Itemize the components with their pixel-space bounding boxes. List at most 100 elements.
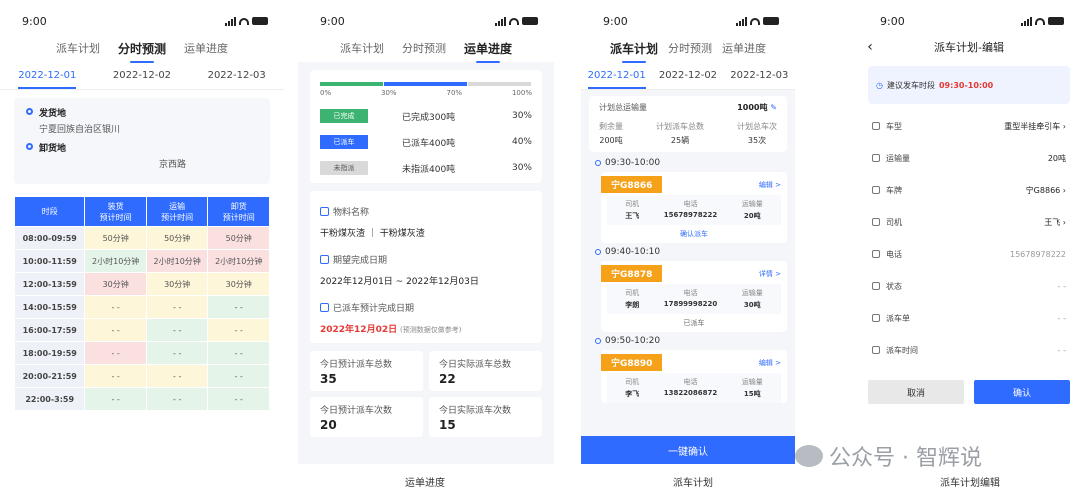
tab-1[interactable]: 分时预测	[402, 40, 446, 56]
truck-field-label: 电话	[683, 289, 698, 297]
truck-link[interactable]: 编辑 >	[759, 180, 781, 190]
phone-dispatch-edit: 9:00 ‹ 派车计划-编辑 ◷ 建议发车时段 09:30-10:00 车型 重型半挂牵…	[858, 8, 1080, 408]
back-icon[interactable]: ‹	[858, 39, 882, 55]
header-line: 时段	[41, 207, 58, 216]
form-row[interactable]: 电话 15678978222	[858, 238, 1080, 270]
from-label: 发货地	[39, 109, 67, 119]
truck-link[interactable]: 详情 >	[759, 269, 781, 279]
form-row[interactable]: 派车时间 - -	[858, 334, 1080, 366]
form-row[interactable]: 运输量 20吨	[858, 142, 1080, 174]
date-tab-2[interactable]: 2022-12-03	[208, 70, 266, 81]
truck-card: 宁G8866 编辑 > 司机 王飞 电话 15678978222 运输量 20吨 确认派车	[601, 172, 787, 243]
date-tab-2[interactable]: 2022-12-03	[730, 70, 788, 81]
slot-time-row: 09:40-10:10	[595, 247, 787, 257]
tab-1[interactable]: 分时预测	[668, 40, 712, 56]
plate-badge: 宁G8878	[601, 265, 663, 282]
field-label-wrap: 车型	[872, 121, 902, 132]
cancel-button[interactable]: 取消	[868, 380, 964, 404]
form-row[interactable]: 司机 王飞 ›	[858, 206, 1080, 238]
progress-tick: 100%	[511, 89, 532, 97]
truck-field-label: 电话	[683, 378, 698, 386]
truck-info: 司机 王飞 电话 15678978222 运输量 20吨	[607, 195, 781, 225]
date-tab-0[interactable]: 2022-12-01	[18, 70, 77, 89]
truck-action[interactable]: 确认派车	[601, 225, 787, 243]
field-label-wrap: 车牌	[872, 185, 902, 196]
destination-dot-icon	[26, 143, 33, 150]
field-icon	[872, 250, 880, 258]
field-icon	[872, 186, 880, 194]
tab-0[interactable]: 派车计划	[340, 40, 384, 56]
form-row[interactable]: 车牌 宁G8866 ›	[858, 174, 1080, 206]
edit-icon[interactable]: ✎	[770, 103, 777, 112]
signal-icon	[225, 16, 236, 26]
load-cell: - -	[84, 341, 147, 365]
truck-field: 电话 13822086872	[664, 377, 718, 399]
form-row[interactable]: 状态 - -	[858, 270, 1080, 302]
field-value: - -	[1057, 313, 1066, 323]
tab-2[interactable]: 运单进度	[464, 40, 512, 63]
confirm-all-button[interactable]: 一键确认	[581, 436, 795, 464]
tab-1[interactable]: 分时预测	[118, 40, 166, 63]
est-note: (预测数据仅做参考)	[399, 326, 462, 334]
top-tabs: 派车计划 分时预测 运单进度	[0, 34, 284, 63]
tab-2[interactable]: 运单进度	[184, 40, 228, 56]
tab-0[interactable]: 派车计划	[56, 40, 100, 56]
plate-badge: 宁G8890	[601, 354, 663, 371]
progress-segment	[383, 82, 468, 86]
stats-grid: 今日预计派车总数 35 今日实际派车总数 22 今日预计派车次数 20 今日实际派车次数 15	[310, 351, 542, 437]
stat-card: 今日预计派车总数 35	[310, 351, 423, 391]
truck-field-value: 李朗	[625, 301, 640, 309]
form-row[interactable]: 车型 重型半挂牵引车 ›	[858, 110, 1080, 142]
status-icons	[225, 16, 268, 26]
address-card: 发货地 宁夏回族自治区银川 卸货地 京西路	[14, 98, 270, 184]
slot-time: 09:50-10:20	[605, 336, 661, 346]
unload-cell: - -	[207, 364, 270, 388]
confirm-button[interactable]: 确认	[974, 380, 1070, 404]
stat-value: 22	[439, 372, 456, 386]
tab-2[interactable]: 运单进度	[722, 40, 766, 56]
tab-0[interactable]: 派车计划	[610, 40, 658, 63]
truck-field-value: 李飞	[625, 390, 640, 398]
field-value: 王飞 ›	[1044, 217, 1066, 227]
date-tabs: 2022-12-01 2022-12-02 2022-12-03	[581, 62, 795, 90]
time-cell: 12:00-13:59	[13, 272, 86, 296]
wechat-logo-icon	[795, 445, 823, 467]
field-label: 派车单	[886, 313, 910, 323]
transport-cell: - -	[145, 341, 209, 365]
plan-label: 计划总运输量	[599, 103, 647, 112]
date-tab-0[interactable]: 2022-12-01	[587, 70, 646, 89]
material-card: 物料名称 干粉煤灰渣 ｜ 干粉煤灰渣 期望完成日期 2022年12月01日 ~ …	[310, 191, 542, 343]
plan-card: 计划总运输量 1000吨 ✎ 剩余量 200吨 计划派车总数 25辆 计划总车次 35次	[589, 96, 787, 152]
field-value: 宁G8866 ›	[1025, 185, 1066, 195]
form-buttons: 取消 确认	[858, 366, 1080, 408]
est-row: 已派车预计完成日期	[320, 301, 532, 314]
page-title: 派车计划-编辑	[934, 41, 1004, 54]
load-cell: - -	[84, 295, 147, 319]
status-percent: 30%	[511, 111, 532, 121]
field-label-wrap: 状态	[872, 281, 902, 292]
top-tabs: 派车计划 分时预测 运单进度	[298, 34, 554, 63]
date-tab-1[interactable]: 2022-12-02	[659, 70, 717, 81]
truck-field-value: 王飞	[625, 212, 640, 220]
date-tab-1[interactable]: 2022-12-02	[113, 70, 171, 81]
transport-cell: 30分钟	[145, 272, 209, 296]
field-label: 电话	[886, 249, 902, 259]
top-tabs: 派车计划 分时预测 运单进度	[581, 34, 795, 63]
form-row[interactable]: 派车单 - -	[858, 302, 1080, 334]
truck-field-value: 13822086872	[663, 389, 718, 397]
unload-cell: 2小时10分钟	[207, 249, 270, 273]
plan-stat-value: 35次	[747, 136, 767, 145]
plan-grid: 剩余量 200吨 计划派车总数 25辆 计划总车次 35次	[599, 121, 777, 146]
truck-info: 司机 李朗 电话 17899998220 运输量 30吨	[607, 284, 781, 314]
truck-link[interactable]: 编辑 >	[759, 358, 781, 368]
forecast-table: 时段 装货 预计时间 运输 预计时间 卸货 预计时间 08:00-09:59 50分钟 50分钟 5…	[13, 196, 270, 411]
truck-field: 司机 李朗	[625, 288, 639, 310]
truck-field: 司机 王飞	[625, 199, 639, 221]
truck-field-value: 17899998220	[663, 300, 718, 308]
table-row: 12:00-13:59 30分钟 30分钟 30分钟	[13, 272, 270, 296]
field-icon	[872, 218, 880, 226]
stat-card: 今日实际派车次数 15	[429, 397, 542, 437]
truck-field-value: 20吨	[743, 212, 761, 220]
field-icon	[872, 346, 880, 354]
status-row: 未指派 未指派400吨 30%	[320, 161, 532, 175]
